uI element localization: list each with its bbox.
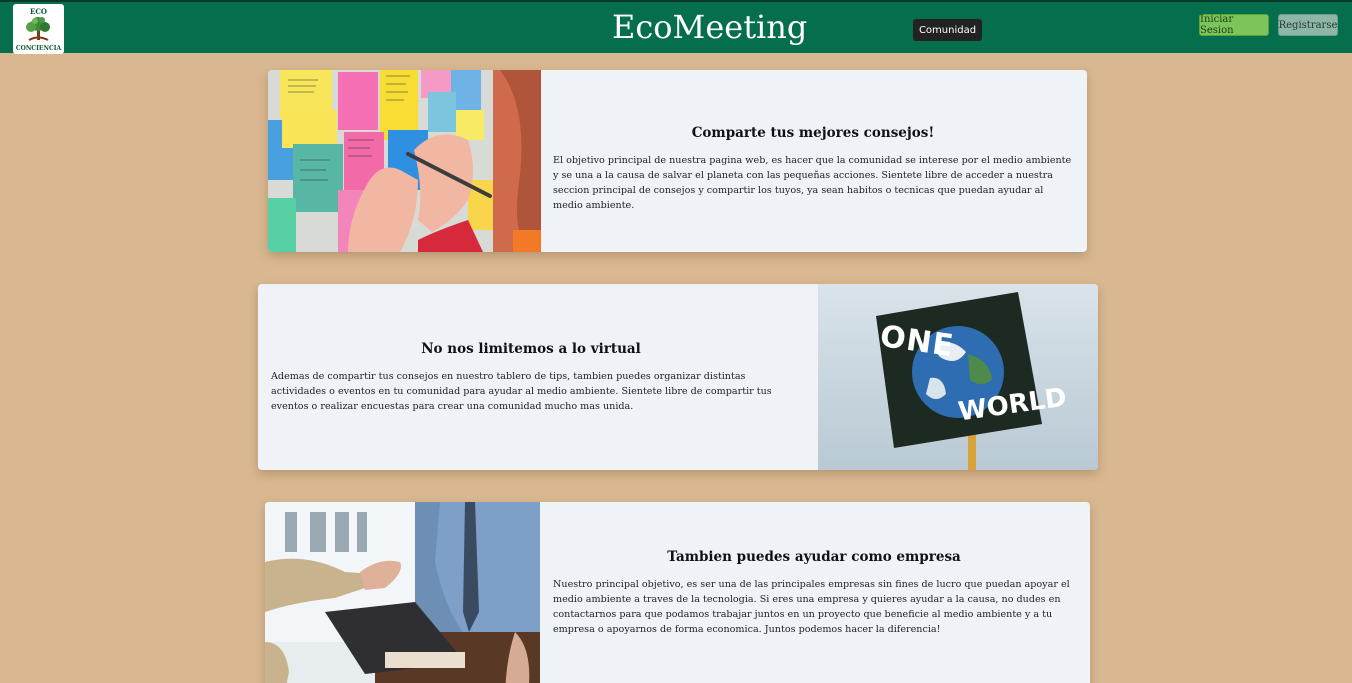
site-title[interactable]: EcoMeeting [612, 8, 807, 46]
one-world-sign-image: ONE WORLD [818, 284, 1098, 470]
logo-bottom-text: CONCIENCIA [15, 45, 62, 52]
business-text: Tambien puedes ayudar como empresa Nuest… [553, 549, 1075, 637]
business-card: Tambien puedes ayudar como empresa Nuest… [265, 502, 1090, 683]
community-button[interactable]: Comunidad [913, 19, 982, 41]
tree-icon [26, 17, 50, 41]
register-button[interactable]: Registrarse [1278, 14, 1338, 36]
tips-card: Comparte tus mejores consejos! El objeti… [268, 70, 1087, 252]
events-body: Ademas de compartir tus consejos en nues… [271, 371, 772, 412]
events-text: No nos limitemos a lo virtual Ademas de … [271, 341, 791, 414]
handshake-image [265, 502, 540, 683]
top-navbar: ECO CONCIENCIA EcoMeeting Comunidad Inic… [0, 0, 1352, 54]
tips-text: Comparte tus mejores consejos! El objeti… [553, 125, 1073, 213]
eco-conciencia-logo[interactable]: ECO CONCIENCIA [13, 4, 64, 54]
login-button[interactable]: Iniciar Sesion [1199, 14, 1269, 36]
tips-body: El objetivo principal de nuestra pagina … [553, 155, 1072, 211]
events-heading: No nos limitemos a lo virtual [421, 341, 641, 357]
tips-heading: Comparte tus mejores consejos! [691, 125, 935, 141]
business-heading: Tambien puedes ayudar como empresa [667, 549, 961, 565]
business-body: Nuestro principal objetivo, es ser una d… [553, 579, 1070, 635]
sticky-notes-image [268, 70, 541, 252]
events-card: No nos limitemos a lo virtual Ademas de … [258, 284, 1098, 470]
